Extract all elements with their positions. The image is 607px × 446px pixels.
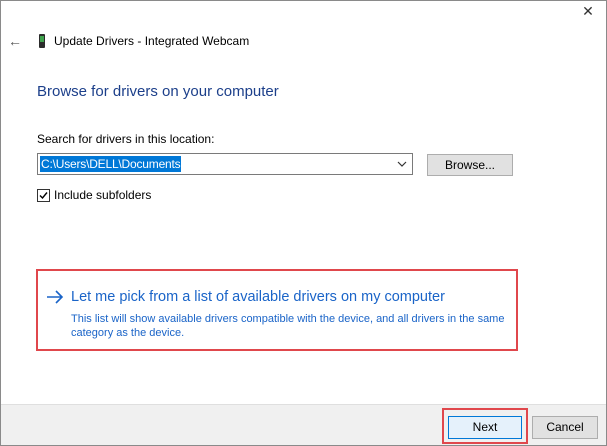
driver-path-combobox[interactable]: C:\Users\DELL\Documents bbox=[37, 153, 413, 175]
include-subfolders-option[interactable]: Include subfolders bbox=[37, 188, 151, 202]
include-subfolders-label[interactable]: Include subfolders bbox=[54, 188, 151, 202]
browse-button[interactable]: Browse... bbox=[427, 154, 513, 176]
window-title: Update Drivers - Integrated Webcam bbox=[54, 34, 250, 48]
update-drivers-window: ✕ ← Update Drivers - Integrated Webcam B… bbox=[0, 0, 607, 446]
cancel-button[interactable]: Cancel bbox=[532, 416, 598, 439]
next-button[interactable]: Next bbox=[448, 416, 522, 439]
include-subfolders-checkbox[interactable] bbox=[37, 188, 50, 202]
checkmark-icon bbox=[39, 191, 48, 199]
arrow-right-icon bbox=[47, 290, 64, 304]
close-icon[interactable]: ✕ bbox=[580, 3, 596, 19]
pick-from-list-link[interactable]: Let me pick from a list of available dri… bbox=[45, 289, 445, 305]
search-location-label: Search for drivers in this location: bbox=[37, 132, 215, 146]
webcam-device-icon bbox=[39, 34, 45, 48]
pick-from-list-title[interactable]: Let me pick from a list of available dri… bbox=[71, 289, 445, 305]
arrow-left-icon[interactable]: ← bbox=[8, 33, 24, 49]
page-heading: Browse for drivers on your computer bbox=[37, 83, 279, 100]
title-bar: ← Update Drivers - Integrated Webcam bbox=[1, 29, 606, 55]
chevron-down-icon[interactable] bbox=[396, 157, 408, 171]
pick-from-list-description: This list will show available drivers co… bbox=[71, 313, 505, 339]
driver-path-value[interactable]: C:\Users\DELL\Documents bbox=[40, 156, 182, 172]
